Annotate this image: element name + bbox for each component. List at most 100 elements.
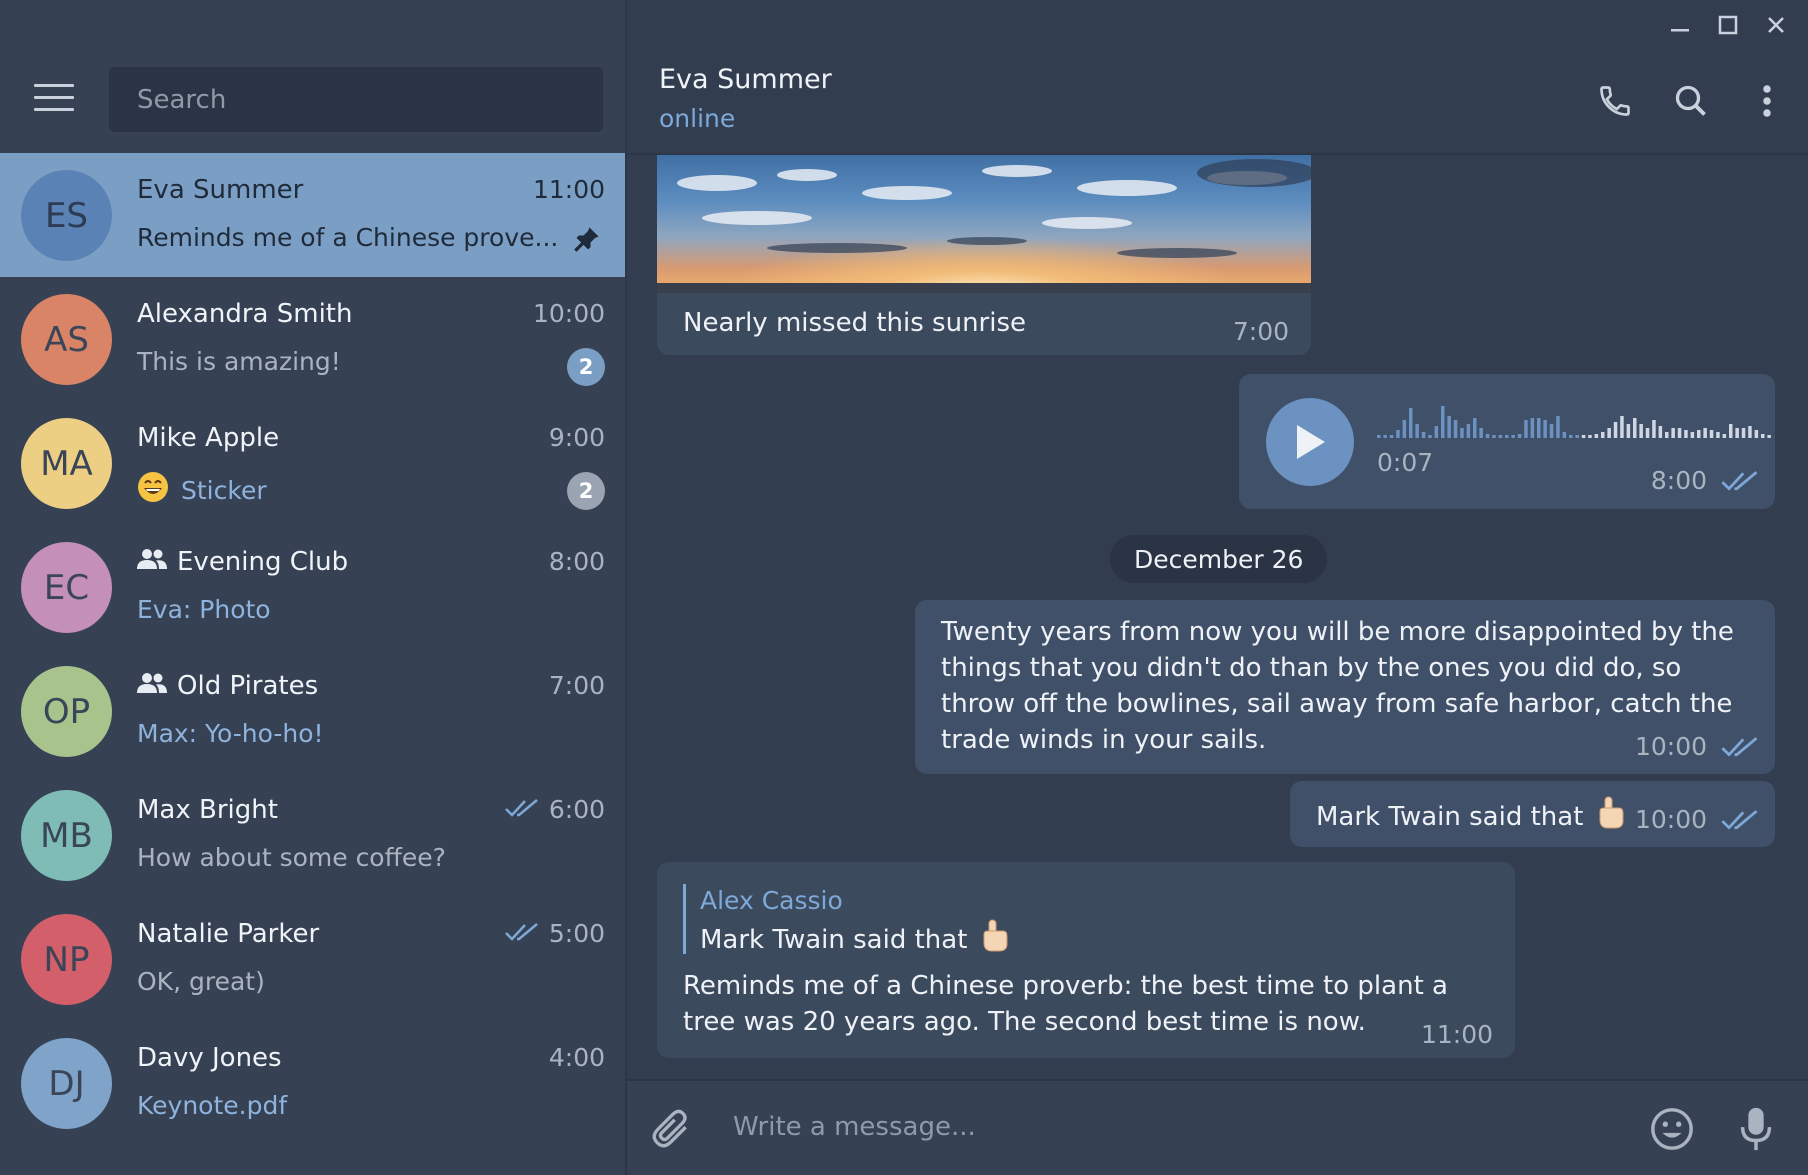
waveform-bar: [1543, 420, 1547, 438]
waveform-bar: [1709, 430, 1714, 438]
waveform-bar: [1492, 435, 1496, 438]
chat-preview-wrap: OK, great): [137, 967, 265, 996]
waveform-bar: [1767, 435, 1771, 438]
contact-name[interactable]: Eva Summer: [659, 64, 832, 95]
waveform-bar: [1645, 428, 1650, 438]
chat-header: Eva Summer online: [627, 0, 1808, 155]
waveform-bar: [1511, 435, 1515, 438]
chat-preview-wrap: How about some coffee?: [137, 843, 446, 872]
voice-waveform[interactable]: [1377, 402, 1777, 446]
avatar: EC: [21, 542, 112, 633]
chat-item-mike-apple[interactable]: MA Mike Apple 9:00 Sticker 2: [0, 401, 625, 525]
message-time: 10:00: [1634, 732, 1707, 761]
reply-message: Alex Cassio Mark Twain said that Reminds…: [657, 862, 1515, 1058]
waveform-bar: [1524, 420, 1528, 438]
chat-preview-wrap: This is amazing!: [137, 347, 341, 376]
chat-name-wrap: Natalie Parker: [137, 919, 319, 949]
double-check-icon: [1721, 736, 1759, 762]
menu-icon[interactable]: [34, 84, 74, 114]
chat-preview: Max: Yo-ho-ho!: [137, 719, 324, 748]
waveform-bar: [1735, 428, 1739, 438]
chat-preview: Eva: Photo: [137, 595, 271, 624]
pointing-up-emoji-icon: [1597, 795, 1625, 839]
chat-time-wrap: 6:00: [504, 795, 605, 824]
waveform-bar: [1473, 418, 1477, 438]
waveform-bar: [1741, 428, 1746, 438]
avatar: NP: [21, 914, 112, 1005]
chat-name: Alexandra Smith: [137, 299, 353, 329]
message-bubble: Mark Twain said that 10:00: [1290, 781, 1775, 847]
chat-time: 6:00: [548, 795, 605, 824]
sunrise-photo[interactable]: [657, 155, 1311, 293]
reply-quote[interactable]: Alex Cassio Mark Twain said that: [683, 884, 1009, 955]
chat-preview-wrap: Keynote.pdf: [137, 1091, 287, 1120]
waveform-bar: [1697, 430, 1701, 438]
reply-quoted-wrap: Mark Twain said that: [700, 918, 1009, 962]
search-box: [109, 67, 603, 132]
more-icon[interactable]: [1746, 80, 1788, 122]
avatar: ES: [21, 170, 112, 261]
close-icon[interactable]: [1752, 10, 1800, 40]
waveform-bar: [1620, 416, 1624, 438]
waveform-bar: [1594, 434, 1599, 438]
search-input[interactable]: [109, 67, 603, 132]
chat-item-old-pirates[interactable]: OP Old Pirates 7:00 Max: Yo-ho-ho!: [0, 649, 625, 773]
chat-time: 10:00: [532, 299, 605, 328]
chat-name-wrap: Davy Jones: [137, 1043, 282, 1073]
play-icon: [1297, 425, 1325, 459]
waveform-bar: [1613, 422, 1618, 438]
minimize-icon[interactable]: [1656, 10, 1704, 40]
waveform-bar: [1677, 428, 1682, 438]
search-icon[interactable]: [1670, 80, 1712, 122]
chat-preview-wrap: Reminds me of a Chinese prove...: [137, 223, 558, 252]
chat-item-natalie-parker[interactable]: NP Natalie Parker 5:00 OK, great): [0, 897, 625, 1021]
play-button[interactable]: [1266, 398, 1354, 486]
waveform-bar: [1409, 408, 1413, 438]
waveform-bar: [1441, 406, 1445, 438]
waveform-bar: [1748, 426, 1752, 438]
chat-item-eva-summer[interactable]: ES Eva Summer 11:00 Reminds me of a Chin…: [0, 153, 625, 277]
chat-preview-wrap: Eva: Photo: [137, 595, 271, 624]
emoji-icon[interactable]: [1648, 1105, 1696, 1153]
waveform-bar: [1690, 432, 1695, 438]
chat-name-wrap: Alexandra Smith: [137, 299, 352, 329]
chat-time: 8:00: [548, 547, 605, 576]
waveform-bar: [1581, 435, 1586, 438]
microphone-icon[interactable]: [1732, 1105, 1780, 1153]
chat-preview: This is amazing!: [137, 347, 341, 376]
message-text: Mark Twain said that: [1316, 802, 1584, 832]
waveform-bar: [1626, 424, 1631, 438]
phone-icon[interactable]: [1594, 80, 1636, 122]
chat-item-davy-jones[interactable]: DJ Davy Jones 4:00 Keynote.pdf: [0, 1021, 625, 1145]
waveform-bar: [1607, 428, 1611, 438]
message-composer: [627, 1079, 1808, 1175]
chat-preview: Sticker: [181, 475, 267, 505]
pin-icon: [573, 225, 601, 257]
chat-time: 5:00: [548, 919, 605, 948]
waveform-bar: [1601, 432, 1605, 438]
message-time: 10:00: [1634, 805, 1707, 834]
chat-name: Max Bright: [137, 795, 278, 825]
chat-time-wrap: 7:00: [549, 671, 605, 700]
waveform-bar: [1729, 424, 1733, 438]
sidebar: ES Eva Summer 11:00 Reminds me of a Chin…: [0, 0, 625, 1175]
waveform-bar: [1453, 420, 1458, 438]
message-area: Nearly missed this sunrise 7:00 0:07 8:0…: [627, 155, 1808, 1079]
waveform-bar: [1466, 424, 1471, 438]
chat-item-max-bright[interactable]: MB Max Bright 6:00 How about some coffee…: [0, 773, 625, 897]
message-time: 11:00: [1420, 1020, 1493, 1049]
chat-item-alexandra-smith[interactable]: AS Alexandra Smith 10:00 This is amazing…: [0, 277, 625, 401]
voice-message: 0:07 8:00: [1239, 374, 1775, 509]
attach-icon[interactable]: [647, 1105, 695, 1153]
message-text: Reminds me of a Chinese proverb: the bes…: [683, 971, 1448, 1037]
contact-status: online: [659, 104, 736, 133]
message-input[interactable]: [731, 1101, 1615, 1153]
chat-item-evening-club[interactable]: EC Evening Club 8:00 Eva: Photo: [0, 525, 625, 649]
sidebar-topbar: [0, 0, 625, 153]
unread-badge: 2: [567, 348, 605, 386]
chat-name: Old Pirates: [177, 671, 319, 701]
date-divider: December 26: [1110, 535, 1328, 583]
chat-time: 4:00: [548, 1043, 605, 1072]
maximize-icon[interactable]: [1704, 10, 1752, 40]
chat-name-wrap: Eva Summer: [137, 175, 303, 205]
